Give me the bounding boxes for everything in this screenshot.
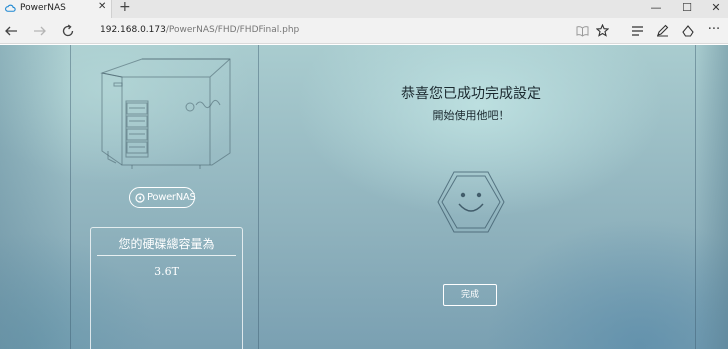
tab-strip: PowerNAS ✕ + — ☐ ✕ [0,0,728,18]
capacity-divider [97,255,236,256]
share-icon[interactable] [681,24,695,37]
url-host: 192.168.0.173 [100,25,166,35]
tab-close-icon[interactable]: ✕ [98,1,106,12]
web-note-icon[interactable] [656,24,669,37]
capacity-value: 3.6T [154,265,179,278]
minimize-button[interactable]: — [646,1,666,14]
url-path: /PowerNAS/FHD/FHDFinal.php [165,25,300,35]
new-tab-button[interactable]: + [119,0,131,15]
right-divider [695,45,696,349]
favorite-star-icon[interactable] [596,24,609,37]
browser-tab[interactable]: PowerNAS ✕ [0,0,112,18]
browser-toolbar: 192.168.0.173/PowerNAS/FHD/FHDFinal.php … [0,18,728,44]
capacity-label: 您的硬碟總容量為 [118,237,215,251]
tab-title: PowerNAS [20,3,66,13]
back-icon[interactable] [4,24,18,38]
cloud-icon [5,4,16,12]
setup-complete-page: PowerNAS 您的硬碟總容量為 3.6T 恭喜您已成功完成設定 開始使用他吧… [0,45,728,349]
refresh-icon[interactable] [61,24,75,38]
disk-capacity-panel: 您的硬碟總容量為 3.6T [90,227,243,349]
page-title: 恭喜您已成功完成設定 [401,86,541,102]
left-divider [70,45,71,349]
hub-icon[interactable] [631,25,644,37]
reading-view-icon[interactable] [576,25,589,37]
left-vignette [0,45,70,349]
smiley-hexagon-icon [437,171,505,233]
maximize-button[interactable]: ☐ [677,1,697,14]
forward-icon[interactable] [33,24,47,38]
right-vignette [695,45,728,349]
address-bar[interactable]: 192.168.0.173/PowerNAS/FHD/FHDFinal.php [100,25,299,35]
more-icon[interactable]: ··· [705,22,723,37]
close-window-button[interactable]: ✕ [706,1,726,14]
brand-name: PowerNAS [147,192,196,203]
page-subtitle: 開始使用他吧！ [432,109,510,122]
powernas-logo: PowerNAS [129,187,196,208]
done-button[interactable]: 完成 [443,284,497,306]
center-divider [258,45,259,349]
nas-device-illustration [100,58,231,169]
